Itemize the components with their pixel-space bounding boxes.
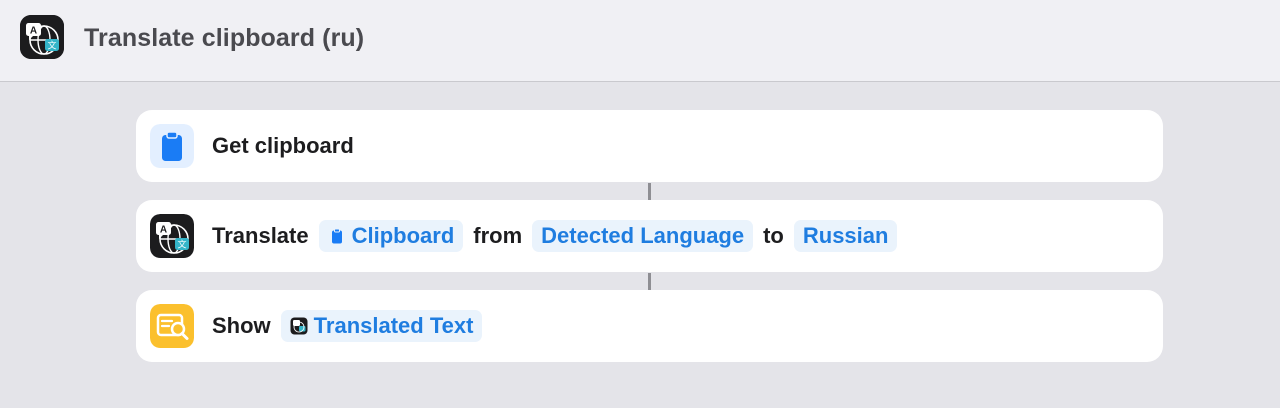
svg-text:A: A (30, 26, 37, 37)
clipboard-token[interactable]: Clipboard (318, 220, 464, 252)
show-label: Show (212, 313, 271, 338)
shortcut-title[interactable]: Translate clipboard (ru) (84, 22, 364, 54)
get-clipboard-label: Get clipboard (212, 133, 354, 158)
action-get-clipboard[interactable]: Get clipboard (136, 110, 1163, 182)
translate-variable-icon (290, 317, 308, 335)
target-language-token[interactable]: Russian (793, 220, 898, 252)
action-connector (648, 273, 651, 290)
svg-text:文: 文 (177, 239, 186, 251)
translate-icon: A 文 (150, 214, 194, 258)
action-connector (648, 183, 651, 200)
target-language-label: Russian (802, 223, 889, 248)
source-language-token[interactable]: Detected Language (532, 220, 754, 252)
translated-text-token-label: Translated Text (313, 313, 474, 338)
source-language-label: Detected Language (541, 223, 745, 248)
from-word: from (473, 223, 523, 248)
translate-app-icon[interactable]: A 文 (20, 15, 64, 59)
translated-text-token[interactable]: Translated Text (280, 310, 483, 342)
action-show-result[interactable]: Show Translated Text (136, 290, 1163, 362)
show-result-icon (150, 304, 194, 348)
svg-text:A: A (160, 225, 167, 236)
to-word: to (763, 223, 784, 248)
clipboard-token-label: Clipboard (351, 223, 455, 248)
translate-label: Translate (212, 223, 309, 248)
shortcut-header: A 文 Translate clipboard (ru) (0, 0, 1280, 82)
clipboard-variable-icon (328, 227, 346, 245)
action-translate[interactable]: A 文 Translate Clipboard from Detected La… (136, 200, 1163, 272)
svg-text:文: 文 (47, 40, 56, 52)
clipboard-icon (150, 124, 194, 168)
